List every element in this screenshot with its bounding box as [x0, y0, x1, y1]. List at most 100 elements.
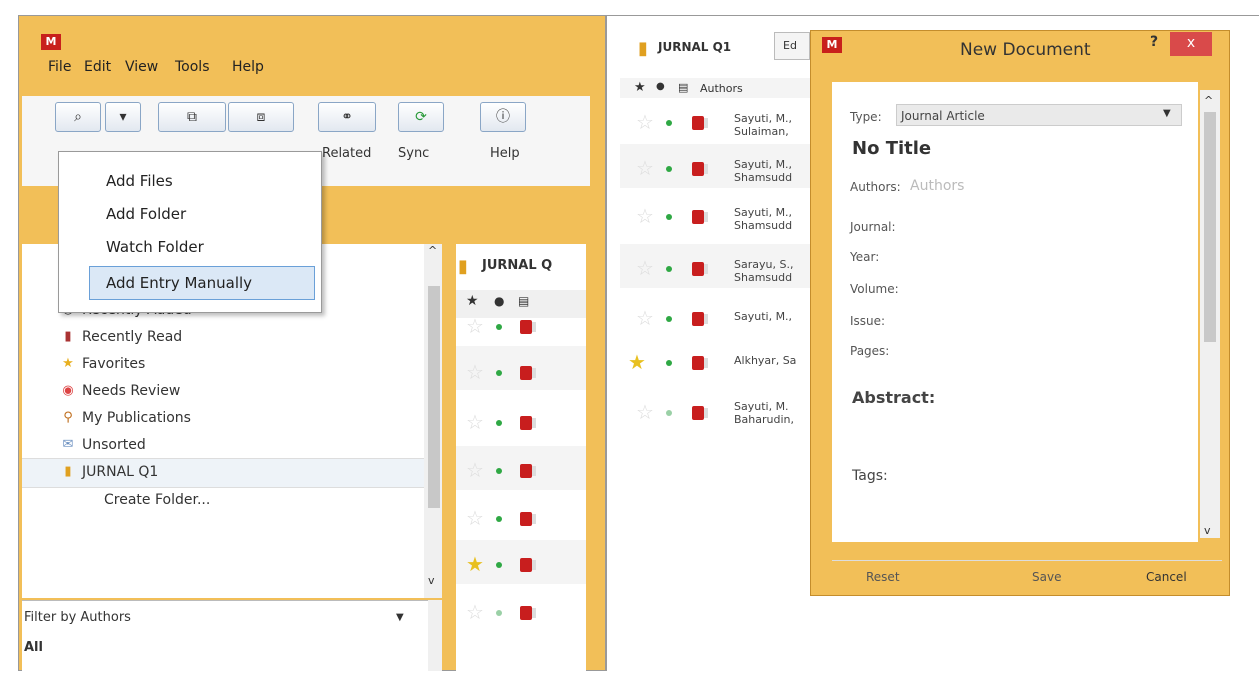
favorite-star-icon[interactable]: ☆: [466, 410, 484, 434]
needs-review-icon: ◉: [62, 383, 74, 398]
app-logo-icon: M: [41, 34, 61, 50]
row-author-4: Sarayu, S.,: [734, 258, 794, 271]
pdf-icon[interactable]: [520, 606, 536, 620]
sidebar-scroll-thumb[interactable]: [428, 286, 440, 508]
pdf-icon[interactable]: [692, 356, 708, 370]
row-author-3b: Shamsudd: [734, 219, 793, 232]
sync-button[interactable]: ⟳: [398, 102, 444, 132]
create-folder-button[interactable]: ⧉: [158, 102, 226, 132]
row-author-6: Alkhyar, Sa: [734, 354, 797, 367]
sidebar-item-my-publications[interactable]: My Publications: [82, 410, 191, 426]
dialog-scroll-thumb[interactable]: [1204, 112, 1216, 342]
type-label: Type:: [850, 110, 882, 124]
menu-item-watch-folder[interactable]: Watch Folder: [106, 238, 204, 256]
unread-dot-icon: [496, 516, 502, 522]
favorite-star-icon[interactable]: ☆: [636, 256, 654, 280]
scroll-down-icon[interactable]: v: [428, 574, 435, 587]
favorite-star-icon[interactable]: ☆: [636, 306, 654, 330]
folder-title: JURNAL Q1: [658, 40, 732, 54]
file-column-icon[interactable]: ▤: [678, 81, 688, 94]
authors-field[interactable]: Authors: [910, 178, 964, 194]
favorite-star-icon[interactable]: ★: [628, 350, 646, 374]
file-column-icon[interactable]: ▤: [518, 294, 529, 308]
menu-edit[interactable]: Edit: [84, 59, 111, 75]
my-publications-icon: ⚲: [63, 410, 73, 425]
menu-item-add-files[interactable]: Add Files: [106, 172, 173, 190]
edit-tab[interactable]: Ed: [774, 32, 810, 60]
favorite-star-icon[interactable]: ☆: [636, 156, 654, 180]
sidebar-item-recently-read[interactable]: Recently Read: [82, 329, 182, 345]
unread-dot-icon: [666, 360, 672, 366]
sidebar-item-unsorted[interactable]: Unsorted: [82, 437, 146, 453]
document-title-field[interactable]: No Title: [852, 138, 931, 159]
scroll-up-icon[interactable]: ^: [1204, 94, 1213, 107]
create-folder-link[interactable]: Create Folder...: [104, 492, 210, 508]
star-column-icon[interactable]: ★: [634, 80, 646, 95]
favorite-star-icon[interactable]: ☆: [636, 204, 654, 228]
pdf-icon[interactable]: [520, 512, 536, 526]
menu-file[interactable]: File: [48, 59, 71, 75]
folder-icon: ▮: [64, 464, 72, 479]
add-files-button[interactable]: ⌕: [55, 102, 101, 132]
favorite-star-icon[interactable]: ★: [466, 552, 484, 576]
pdf-icon[interactable]: [520, 320, 536, 334]
star-column-icon[interactable]: ★: [466, 293, 479, 309]
pdf-icon[interactable]: [692, 262, 708, 276]
filter-value[interactable]: All: [24, 640, 43, 655]
close-button[interactable]: x: [1170, 32, 1212, 56]
read-dot-icon: [496, 610, 502, 616]
save-button[interactable]: Save: [1032, 570, 1061, 584]
favorite-star-icon[interactable]: ☆: [466, 506, 484, 530]
menu-help[interactable]: Help: [232, 59, 264, 75]
abstract-label: Abstract:: [852, 388, 936, 407]
read-status-column-icon[interactable]: ●: [494, 294, 504, 308]
read-dot-icon: [666, 410, 672, 416]
pdf-icon[interactable]: [520, 558, 536, 572]
unread-dot-icon: [496, 468, 502, 474]
sidebar-item-needs-review[interactable]: Needs Review: [82, 383, 180, 399]
pdf-icon[interactable]: [692, 210, 708, 224]
favorite-star-icon[interactable]: ☆: [466, 360, 484, 384]
unread-dot-icon: [666, 316, 672, 322]
journal-label: Journal:: [850, 220, 896, 234]
row-author-1: Sayuti, M.,: [734, 112, 793, 125]
type-value: Journal Article: [901, 109, 985, 123]
menu-item-add-folder[interactable]: Add Folder: [106, 205, 186, 223]
reset-button[interactable]: Reset: [866, 570, 900, 584]
folder-icon: ▮: [458, 256, 468, 277]
pdf-icon[interactable]: [520, 366, 536, 380]
favorite-star-icon[interactable]: ☆: [466, 600, 484, 624]
favorite-star-icon[interactable]: ☆: [636, 400, 654, 424]
menu-view[interactable]: View: [125, 59, 158, 75]
remove-folder-button[interactable]: ⧈: [228, 102, 294, 132]
filter-dropdown-arrow-icon[interactable]: ▼: [396, 612, 404, 623]
favorite-star-icon[interactable]: ☆: [466, 314, 484, 338]
cancel-button[interactable]: Cancel: [1146, 570, 1187, 584]
unread-dot-icon: [496, 370, 502, 376]
recently-read-icon: ▮: [64, 329, 72, 344]
sidebar-item-favorites[interactable]: Favorites: [82, 356, 145, 372]
pdf-icon[interactable]: [520, 416, 536, 430]
issue-label: Issue:: [850, 314, 886, 328]
menu-tools[interactable]: Tools: [175, 59, 210, 75]
favorite-star-icon[interactable]: ☆: [466, 458, 484, 482]
pdf-icon[interactable]: [692, 162, 708, 176]
sidebar-item-jurnal-q1[interactable]: JURNAL Q1: [82, 464, 158, 480]
read-status-column-icon[interactable]: ●: [656, 81, 665, 92]
pdf-icon[interactable]: [520, 464, 536, 478]
type-select[interactable]: Journal Article ▼: [896, 104, 1182, 126]
pdf-icon[interactable]: [692, 406, 708, 420]
sync-label: Sync: [398, 146, 430, 161]
authors-column-header[interactable]: Authors: [700, 82, 743, 95]
menu-item-add-entry-manually[interactable]: Add Entry Manually: [106, 274, 252, 292]
pdf-icon[interactable]: [692, 116, 708, 130]
scroll-up-icon[interactable]: ^: [428, 244, 437, 257]
scroll-down-icon[interactable]: v: [1204, 524, 1211, 537]
add-dropdown-arrow-icon[interactable]: ▾: [105, 102, 141, 132]
pdf-icon[interactable]: [692, 312, 708, 326]
filter-scrollbar[interactable]: [428, 600, 442, 671]
help-button[interactable]: ⓘ: [480, 102, 526, 132]
help-icon[interactable]: ?: [1150, 34, 1158, 50]
related-button[interactable]: ⚭: [318, 102, 376, 132]
favorite-star-icon[interactable]: ☆: [636, 110, 654, 134]
